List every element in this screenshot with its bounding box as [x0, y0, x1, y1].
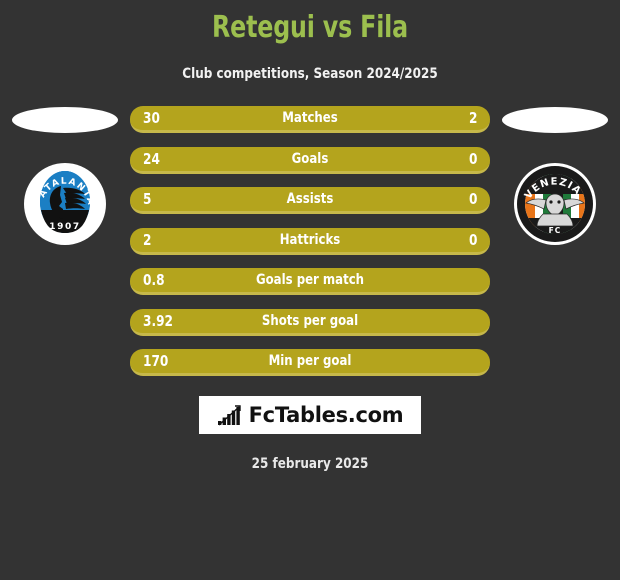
- stat-row: 24 Goals 0: [130, 146, 490, 174]
- stat-label: Assists: [286, 191, 334, 207]
- stat-row: 5 Assists 0: [130, 187, 490, 214]
- svg-text:1907: 1907: [49, 222, 80, 232]
- bar-chart-growth-icon: [217, 404, 243, 426]
- stat-label: Hattricks: [279, 231, 341, 248]
- home-crest-ellipse: [12, 107, 118, 133]
- page-subtitle: Club competitions, Season 2024/2025: [182, 66, 438, 82]
- atalanta-crest: ATALANTA 1907: [23, 162, 107, 246]
- stat-row: 3.92 Shots per goal: [130, 308, 490, 336]
- fctables-logo[interactable]: FcTables.com: [199, 396, 421, 434]
- comparison-body: ATALANTA 1907 30 Matches 2 24 Goals 0 5 …: [0, 105, 620, 376]
- stat-label: Shots per goal: [261, 312, 359, 329]
- stat-label: Goals: [291, 150, 329, 167]
- away-value: 0: [468, 149, 477, 168]
- away-team-column: VENEZIA FC: [490, 105, 620, 246]
- stat-row: 0.8 Goals per match: [130, 268, 490, 295]
- player-comparison-card: Retegui vs Fila Club competitions, Seaso…: [0, 0, 620, 580]
- stat-label: Goals per match: [255, 272, 365, 288]
- away-value: 0: [468, 230, 477, 249]
- away-value: 2: [468, 109, 477, 127]
- brand-name: FcTables.com: [248, 403, 404, 427]
- home-team-column: ATALANTA 1907: [0, 105, 130, 246]
- stat-row: 2 Hattricks 0: [130, 227, 490, 255]
- stat-label: Matches: [282, 110, 338, 126]
- date-label: 25 february 2025: [251, 456, 369, 472]
- page-title: Retegui vs Fila: [212, 10, 408, 45]
- stat-label: Min per goal: [268, 353, 352, 369]
- away-value: 0: [468, 190, 477, 208]
- stats-list: 30 Matches 2 24 Goals 0 5 Assists 0 2 Ha…: [130, 105, 490, 376]
- stat-row: 30 Matches 2: [130, 106, 490, 133]
- stat-row: 170 Min per goal: [130, 349, 490, 376]
- venezia-crest: VENEZIA FC: [513, 162, 597, 246]
- away-crest-ellipse: [502, 107, 608, 133]
- svg-text:FC: FC: [549, 226, 562, 235]
- header: Retegui vs Fila Club competitions, Seaso…: [0, 0, 620, 83]
- footer: FcTables.com 25 february 2025: [0, 396, 620, 472]
